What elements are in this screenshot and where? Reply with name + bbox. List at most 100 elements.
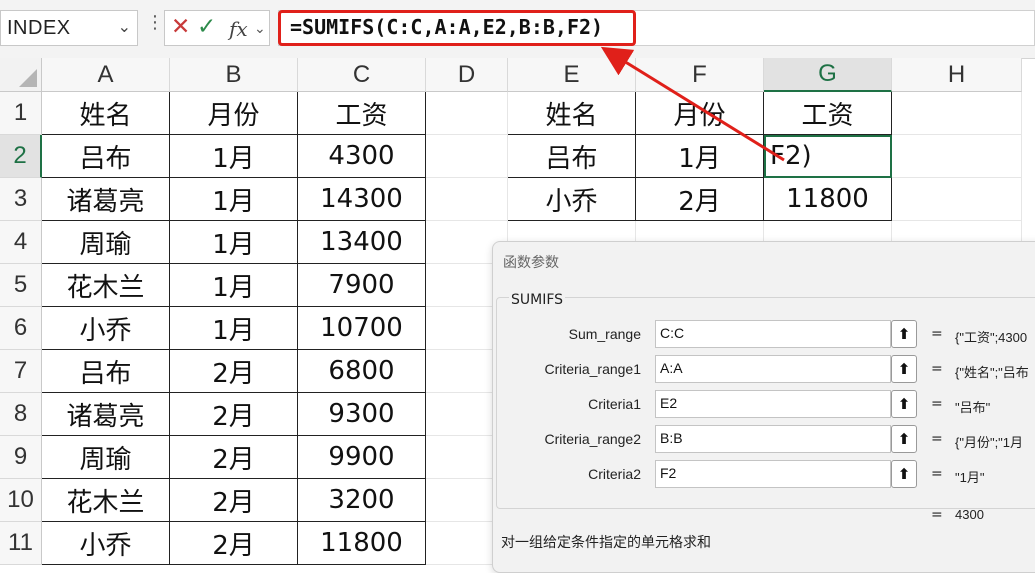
cell-a11[interactable]: 小乔 <box>42 522 170 565</box>
arg-result-sum-range: {"工资";4300 <box>955 330 1028 345</box>
cell-b9[interactable]: 2月 <box>170 436 298 479</box>
cell-a3[interactable]: 诸葛亮 <box>42 178 170 221</box>
range-select-icon[interactable]: ⬆ <box>891 425 917 453</box>
cell-b7[interactable]: 2月 <box>170 350 298 393</box>
cell-a8[interactable]: 诸葛亮 <box>42 393 170 436</box>
cell-b4[interactable]: 1月 <box>170 221 298 264</box>
more-options-icon[interactable]: ⋮ <box>146 14 164 32</box>
insert-function-icon[interactable]: fx <box>229 17 248 41</box>
select-all-corner[interactable] <box>0 58 42 92</box>
arg-result-criteria1: "吕布" <box>955 400 991 415</box>
row-header-9[interactable]: 9 <box>0 436 42 479</box>
arg-label-sum-range: Sum_range <box>568 326 641 342</box>
cell-b3[interactable]: 1月 <box>170 178 298 221</box>
cell-c1[interactable]: 工资 <box>298 92 426 135</box>
range-select-icon[interactable]: ⬆ <box>891 355 917 383</box>
cell-b1[interactable]: 月份 <box>170 92 298 135</box>
cell-b11[interactable]: 2月 <box>170 522 298 565</box>
cell-a7[interactable]: 吕布 <box>42 350 170 393</box>
cell-a5[interactable]: 花木兰 <box>42 264 170 307</box>
cell-a6[interactable]: 小乔 <box>42 307 170 350</box>
name-box[interactable]: INDEX ⌄ <box>0 10 138 46</box>
enter-check-icon[interactable]: ✓ <box>197 14 216 40</box>
equals-sign: = <box>931 466 943 482</box>
cell-h2[interactable] <box>892 135 1022 178</box>
cell-c6[interactable]: 10700 <box>298 307 426 350</box>
row-header-3[interactable]: 3 <box>0 178 42 221</box>
cell-b8[interactable]: 2月 <box>170 393 298 436</box>
cell-f2[interactable]: 1月 <box>636 135 764 178</box>
range-select-icon[interactable]: ⬆ <box>891 460 917 488</box>
range-select-icon[interactable]: ⬆ <box>891 320 917 348</box>
cell-b5[interactable]: 1月 <box>170 264 298 307</box>
cell-g3[interactable]: 11800 <box>764 178 892 221</box>
cell-c7[interactable]: 6800 <box>298 350 426 393</box>
cell-d1[interactable] <box>426 92 508 135</box>
cell-f1[interactable]: 月份 <box>636 92 764 135</box>
range-select-icon[interactable]: ⬆ <box>891 390 917 418</box>
cell-d2[interactable] <box>426 135 508 178</box>
function-name: SUMIFS <box>509 292 566 308</box>
arg-label-criteria1: Criteria1 <box>588 396 641 412</box>
cell-h1[interactable] <box>892 92 1022 135</box>
cell-a9[interactable]: 周瑜 <box>42 436 170 479</box>
chevron-down-icon[interactable]: ⌄ <box>254 21 266 37</box>
cell-e2[interactable]: 吕布 <box>508 135 636 178</box>
row-header-8[interactable]: 8 <box>0 393 42 436</box>
cell-c10[interactable]: 3200 <box>298 479 426 522</box>
column-header-c[interactable]: C <box>298 58 426 92</box>
column-header-d[interactable]: D <box>426 58 508 92</box>
formula-text[interactable]: =SUMIFS(C:C,A:A,E2,B:B,F2) <box>290 15 603 39</box>
cell-a2[interactable]: 吕布 <box>42 135 170 178</box>
cell-c8[interactable]: 9300 <box>298 393 426 436</box>
cell-c9[interactable]: 9900 <box>298 436 426 479</box>
column-header-e[interactable]: E <box>508 58 636 92</box>
cell-c3[interactable]: 14300 <box>298 178 426 221</box>
row-header-5[interactable]: 5 <box>0 264 42 307</box>
cell-a1[interactable]: 姓名 <box>42 92 170 135</box>
arg-label-criteria-range1: Criteria_range1 <box>544 361 642 377</box>
cell-e1[interactable]: 姓名 <box>508 92 636 135</box>
cell-a10[interactable]: 花木兰 <box>42 479 170 522</box>
row-header-1[interactable]: 1 <box>0 92 42 135</box>
cell-c5[interactable]: 7900 <box>298 264 426 307</box>
row-header-4[interactable]: 4 <box>0 221 42 264</box>
arg-input-criteria1[interactable]: E2 <box>655 390 891 418</box>
formula-bar: INDEX ⌄ ⋮ ✕ ✓ fx ⌄ =SUMIFS(C:C,A:A,E2,B:… <box>0 0 1035 59</box>
arg-result-criteria-range1: {"姓名";"吕布 <box>955 365 1029 380</box>
row-header-11[interactable]: 11 <box>0 522 42 565</box>
arg-input-criteria-range1[interactable]: A:A <box>655 355 891 383</box>
row-header-7[interactable]: 7 <box>0 350 42 393</box>
cell-b2[interactable]: 1月 <box>170 135 298 178</box>
cell-c2[interactable]: 4300 <box>298 135 426 178</box>
chevron-down-icon[interactable]: ⌄ <box>118 17 131 36</box>
column-header-f[interactable]: F <box>636 58 764 92</box>
cell-c4[interactable]: 13400 <box>298 221 426 264</box>
cell-b6[interactable]: 1月 <box>170 307 298 350</box>
cell-g2[interactable]: F2) <box>764 135 892 178</box>
column-header-g[interactable]: G <box>764 58 892 92</box>
cell-e3[interactable]: 小乔 <box>508 178 636 221</box>
arg-input-criteria-range2[interactable]: B:B <box>655 425 891 453</box>
cancel-icon[interactable]: ✕ <box>171 14 190 40</box>
column-header-a[interactable]: A <box>42 58 170 92</box>
cell-a4[interactable]: 周瑜 <box>42 221 170 264</box>
cell-c11[interactable]: 11800 <box>298 522 426 565</box>
cell-d3[interactable] <box>426 178 508 221</box>
row-header-6[interactable]: 6 <box>0 307 42 350</box>
column-header-h[interactable]: H <box>892 58 1022 92</box>
row-header-10[interactable]: 10 <box>0 479 42 522</box>
cell-h3[interactable] <box>892 178 1022 221</box>
equals-sign: = <box>931 396 943 412</box>
cell-f3[interactable]: 2月 <box>636 178 764 221</box>
row-header-2[interactable]: 2 <box>0 135 42 178</box>
cell-g1[interactable]: 工资 <box>764 92 892 135</box>
column-header-b[interactable]: B <box>170 58 298 92</box>
arg-result-criteria-range2: {"月份";"1月 <box>955 435 1024 450</box>
formula-result: 4300 <box>955 507 984 522</box>
equals-sign: = <box>931 431 943 447</box>
arg-input-sum-range[interactable]: C:C <box>655 320 891 348</box>
dialog-title: 函数参数 <box>503 255 559 271</box>
arg-input-criteria2[interactable]: F2 <box>655 460 891 488</box>
cell-b10[interactable]: 2月 <box>170 479 298 522</box>
